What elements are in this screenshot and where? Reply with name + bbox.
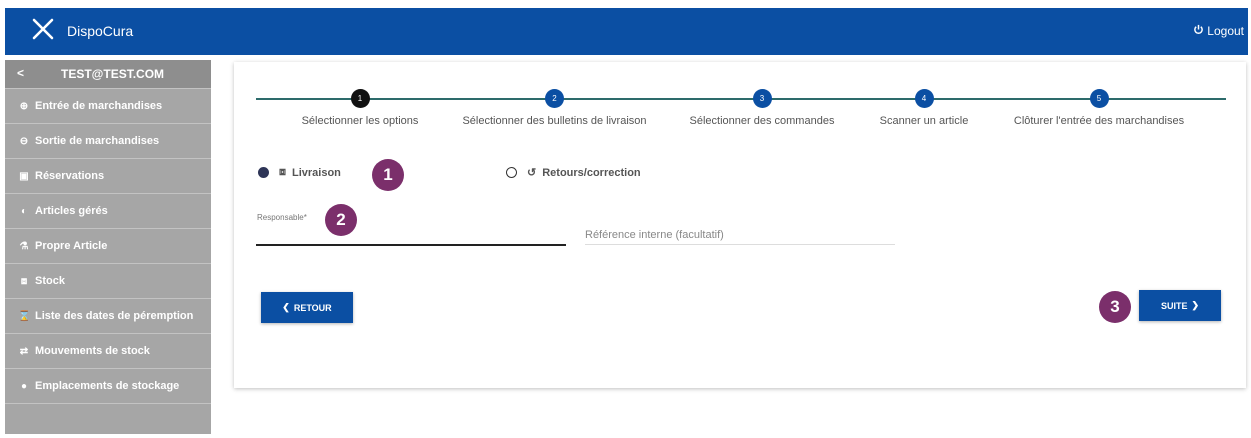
option-retours[interactable]: ↺ Retours/correction: [506, 166, 641, 179]
sidebar-item-label: Sortie de marchandises: [35, 135, 160, 147]
step-label: Sélectionner les options: [301, 115, 419, 127]
step-4[interactable]: 4 Scanner un article: [874, 89, 974, 127]
user-email: TEST@TEST.COM: [61, 67, 165, 81]
step-2[interactable]: 2 Sélectionner des bulletins de livraiso…: [462, 89, 647, 127]
chevron-right-icon: ❯: [1191, 300, 1200, 310]
plus-circle-icon: ⊕: [19, 100, 29, 112]
sidebar-item-label: Liste des dates de péremption: [35, 310, 194, 322]
sidebar-item-articles-geres[interactable]: ◐ Articles gérés: [5, 193, 211, 228]
suite-label: SUITE: [1160, 300, 1188, 311]
step-number: 2: [545, 89, 564, 108]
main-card: 1 Sélectionner les options 2 Sélectionne…: [234, 62, 1246, 388]
sidebar-item-mouvements[interactable]: ⇄ Mouvements de stock: [5, 333, 211, 368]
annotation-badge-1: 1: [372, 159, 404, 191]
step-1[interactable]: 1 Sélectionner les options: [300, 89, 420, 127]
undo-icon: ↺: [527, 167, 537, 179]
annotation-badge-3: 3: [1099, 291, 1131, 323]
responsable-label: Responsable*: [257, 213, 307, 222]
sidebar-item-emplacements[interactable]: ● Emplacements de stockage: [5, 368, 211, 403]
step-5[interactable]: 5 Clôturer l'entrée des marchandises: [1011, 89, 1187, 127]
sidebar-item-stock[interactable]: ⧈ Stock: [5, 263, 211, 298]
hourglass-icon: ⌛: [18, 310, 31, 322]
logout-button[interactable]: Logout: [1193, 24, 1244, 38]
sidebar-item-label: Propre Article: [35, 240, 108, 252]
power-icon: [1193, 24, 1204, 38]
sidebar-header: < TEST@TEST.COM: [5, 60, 211, 88]
sidebar-item-sortie[interactable]: ⊖ Sortie de marchandises: [5, 123, 211, 158]
calendar-icon: ▣: [19, 170, 29, 182]
step-number: 4: [914, 89, 934, 108]
step-number: 5: [1089, 89, 1109, 108]
suite-button[interactable]: SUITE ❯: [1139, 290, 1221, 321]
exchange-icon: ⇄: [19, 345, 29, 357]
step-label: Sélectionner des bulletins de livraison: [462, 115, 647, 127]
option-livraison[interactable]: ⧈ Livraison: [258, 166, 341, 179]
responsable-field[interactable]: [256, 244, 566, 246]
sidebar-item-label: Articles gérés: [35, 205, 108, 217]
sidebar-item-empty: [5, 403, 211, 438]
option-retours-label: Retours/correction: [542, 166, 641, 179]
retour-button[interactable]: ❮ RETOUR: [261, 292, 353, 323]
sidebar-item-label: Entrée de marchandises: [35, 100, 163, 112]
step-number: 1: [350, 89, 370, 108]
option-livraison-label: Livraison: [292, 166, 341, 179]
sidebar-item-entree[interactable]: ⊕ Entrée de marchandises: [5, 88, 211, 123]
map-marker-icon: ●: [20, 380, 28, 392]
sidebar-item-label: Réservations: [35, 170, 105, 182]
sidebar-item-label: Emplacements de stockage: [35, 380, 180, 392]
step-number: 3: [752, 89, 772, 108]
sidebar-item-label: Stock: [35, 275, 65, 287]
sidebar-item-label: Mouvements de stock: [35, 345, 150, 357]
pill-icon: ◐: [20, 205, 28, 217]
radio-retours[interactable]: [506, 167, 517, 178]
chevron-left-icon: ❮: [282, 302, 290, 312]
logout-label: Logout: [1207, 24, 1244, 38]
annotation-badge-2: 2: [325, 204, 357, 236]
step-label: Sélectionner des commandes: [689, 115, 835, 127]
top-bar: DispoCura Logout: [5, 8, 1248, 55]
cubes-icon: ⧈: [20, 275, 28, 287]
step-3[interactable]: 3 Sélectionner des commandes: [689, 89, 835, 127]
sidebar-item-reservations[interactable]: ▣ Réservations: [5, 158, 211, 193]
chevron-left-icon[interactable]: <: [17, 66, 24, 80]
reference-input[interactable]: Référence interne (facultatif): [585, 229, 724, 241]
sidebar: < TEST@TEST.COM ⊕ Entrée de marchandises…: [5, 60, 211, 434]
app-title: DispoCura: [67, 23, 134, 39]
cubes-icon: ⧈: [279, 166, 286, 178]
sidebar-item-propre-article[interactable]: ⚗ Propre Article: [5, 228, 211, 263]
step-label: Scanner un article: [879, 115, 969, 127]
step-label: Clôturer l'entrée des marchandises: [1013, 115, 1185, 127]
minus-circle-icon: ⊖: [19, 135, 29, 147]
retour-label: RETOUR: [293, 302, 332, 313]
flask-icon: ⚗: [19, 240, 29, 252]
radio-livraison[interactable]: [258, 167, 269, 178]
sidebar-item-peremption[interactable]: ⌛ Liste des dates de péremption: [5, 298, 211, 333]
reference-underline: [585, 244, 895, 245]
close-icon[interactable]: [31, 17, 55, 41]
